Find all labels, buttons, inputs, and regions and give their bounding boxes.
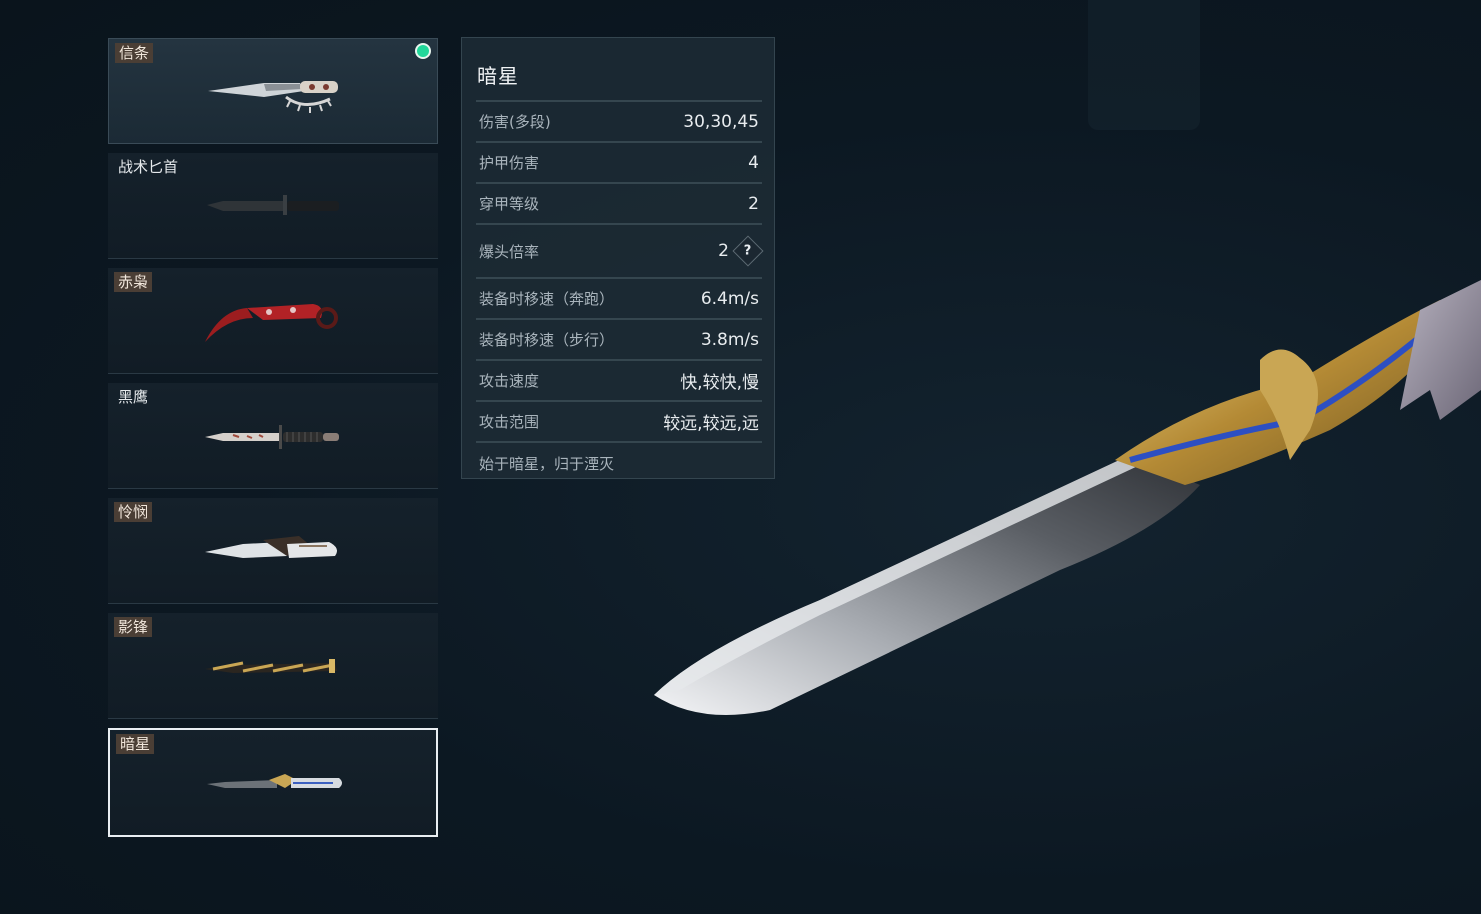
knife-name: 影锋 xyxy=(114,617,153,637)
knife-card-heiying[interactable]: 黑鹰 xyxy=(108,383,438,489)
knife-name: 信条 xyxy=(115,43,154,63)
knife-thumbnail xyxy=(205,425,339,449)
knife-card-anxing[interactable]: 暗星 xyxy=(108,728,438,837)
stat-value: 30,30,45 xyxy=(683,111,759,132)
knife-thumbnail xyxy=(205,659,337,673)
stat-row: 伤害(多段) 30,30,45 xyxy=(476,100,762,141)
stat-row: 护甲伤害 4 xyxy=(476,141,762,182)
stat-value: 4 xyxy=(748,152,759,173)
knife-name: 怜悯 xyxy=(114,502,153,522)
knife-card-tactical-dagger[interactable]: 战术匕首 xyxy=(108,153,438,259)
background-panel xyxy=(1088,0,1200,130)
stat-label: 穿甲等级 xyxy=(479,195,540,213)
knife-list: 信条 战术匕首 赤枭 黑鹰 怜悯 影锋 暗星 xyxy=(108,38,440,846)
knife-name: 黑鹰 xyxy=(118,388,149,406)
knife-thumbnail xyxy=(205,304,338,342)
stat-label: 攻击范围 xyxy=(479,413,540,431)
stat-label: 护甲伤害 xyxy=(479,154,540,172)
knife-name: 战术匕首 xyxy=(118,158,179,176)
stat-label: 伤害(多段) xyxy=(479,113,551,131)
knife-thumbnail xyxy=(207,774,342,788)
stat-label: 装备时移速（步行） xyxy=(479,331,615,349)
stat-row: 穿甲等级 2 xyxy=(476,182,762,223)
game-screen: 信条 战术匕首 赤枭 黑鹰 怜悯 影锋 暗星 暗星 伤害(多段) 30,30,4… xyxy=(0,0,1481,914)
knife-thumbnail xyxy=(208,81,338,113)
knife-card-lianmin[interactable]: 怜悯 xyxy=(108,498,438,604)
knife-card-chixiao[interactable]: 赤枭 xyxy=(108,268,438,374)
knife-preview-model xyxy=(654,280,1481,715)
knife-card-yingfeng[interactable]: 影锋 xyxy=(108,613,438,719)
weapon-title: 暗星 xyxy=(477,64,519,88)
knife-card-xintiao[interactable]: 信条 xyxy=(108,38,438,144)
stat-label: 攻击速度 xyxy=(479,372,540,390)
knife-name: 赤枭 xyxy=(114,272,153,292)
stat-label: 爆头倍率 xyxy=(479,242,540,261)
knife-thumbnail xyxy=(207,195,339,215)
stat-label: 装备时移速（奔跑） xyxy=(479,290,615,308)
stat-value: 2 xyxy=(748,193,759,214)
knife-thumbnail xyxy=(205,536,337,558)
stat-value: 2 xyxy=(718,241,729,261)
knife-name: 暗星 xyxy=(116,734,155,754)
equipped-indicator-icon xyxy=(417,45,429,57)
question-help-icon[interactable]: ? xyxy=(732,235,764,267)
stat-row: 爆头倍率 2 ? xyxy=(476,223,764,277)
